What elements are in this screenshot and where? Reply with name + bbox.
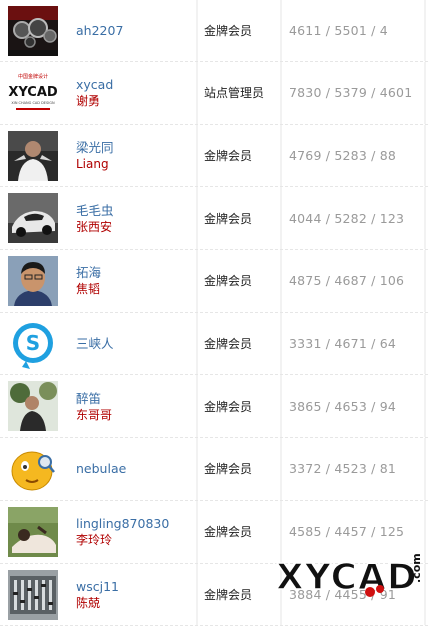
member-stats: 3372 / 4523 / 81 [289,461,397,477]
member-stats: 3331 / 4671 / 64 [289,336,397,352]
avatar-dark-mechanical[interactable] [8,6,58,56]
member-level: 金牌会员 [204,149,253,164]
member-stats: 3865 / 4653 / 94 [289,398,397,414]
xycad-watermark-logo: XYCAD .com [275,553,423,598]
real-name: 焦韬 [76,282,101,297]
username-link[interactable]: xycad [76,76,196,93]
member-row: S 三峡人 金牌会员 3331 / 4671 / 64 [0,312,428,376]
username-link[interactable]: 三峡人 [76,335,196,352]
avatar-sports-car[interactable] [8,193,58,244]
member-level: 金牌会员 [204,337,253,352]
member-level: 站点管理员 [204,86,265,101]
member-row: nebulae 金牌会员 3372 / 4523 / 81 [0,438,428,501]
member-level: 金牌会员 [204,462,253,477]
username-link[interactable]: nebulae [76,460,196,477]
username-link[interactable]: 毛毛虫 [76,202,196,219]
username-link[interactable]: lingling870830 [76,515,196,532]
real-name: 李玲玲 [76,533,113,548]
member-level: 金牌会员 [204,525,253,540]
member-stats: 4769 / 5283 / 88 [289,148,397,164]
member-level: 金牌会员 [204,587,253,602]
svg-text:S: S [26,331,40,355]
username-link[interactable]: 拓海 [76,264,196,281]
member-row: ah2207 金牌会员 4611 / 5501 / 4 [0,0,428,62]
member-stats: 4611 / 5501 / 4 [289,23,388,38]
member-row: 梁光同 Liang 金牌会员 4769 / 5283 / 88 [0,124,428,188]
member-list: ah2207 金牌会员 4611 / 5501 / 4 中国金牌设计 XYCAD… [0,0,428,627]
member-level: 金牌会员 [204,399,253,414]
member-row: 拓海 焦韬 金牌会员 4875 / 4687 / 106 [0,250,428,313]
member-row: 中国金牌设计 XYCAD XIN CHANG CAD DESIGN xycad … [0,62,428,125]
username-link[interactable]: 醉笛 [76,390,196,407]
avatar-portrait-man[interactable] [8,256,58,307]
username-link[interactable]: 梁光同 [76,139,196,156]
avatar-emoji-face[interactable] [8,444,58,495]
member-stats: 4875 / 4687 / 106 [289,273,405,289]
avatar-xycad-logo[interactable]: 中国金牌设计 XYCAD XIN CHANG CAD DESIGN [8,68,58,118]
real-name: 谢勇 [76,94,101,109]
avatar-mixer-console[interactable] [8,569,58,620]
member-level: 金牌会员 [204,24,253,38]
xycad-avatar-top-text: 中国金牌设计 [18,73,48,80]
username-link[interactable]: wscj11 [76,578,196,595]
avatar-person-dark[interactable] [8,130,58,181]
xycad-avatar-logo-text: XYCAD [8,85,58,100]
real-name: 东哥哥 [76,407,113,422]
xycad-avatar-sub-text: XIN CHANG CAD DESIGN [11,101,55,105]
svg-text:.com: .com [410,553,423,583]
real-name: Liang [76,157,109,172]
member-stats: 4044 / 5282 / 123 [289,210,405,226]
real-name: 张西安 [76,219,113,234]
member-level: 金牌会员 [204,274,253,289]
member-level: 金牌会员 [204,211,253,226]
member-stats: 7830 / 5379 / 4601 [289,85,413,101]
avatar-skype[interactable]: S [8,318,58,369]
member-row: 醉笛 东哥哥 金牌会员 3865 / 4653 / 94 [0,375,428,439]
avatar-person-grass[interactable] [8,506,58,557]
member-row: 毛毛虫 张西安 金牌会员 4044 / 5282 / 123 [0,187,428,251]
real-name: 陈兢 [76,595,101,610]
svg-text:XYCAD: XYCAD [276,557,418,598]
avatar-person-tree[interactable] [8,381,58,432]
username-link[interactable]: ah2207 [76,22,196,39]
